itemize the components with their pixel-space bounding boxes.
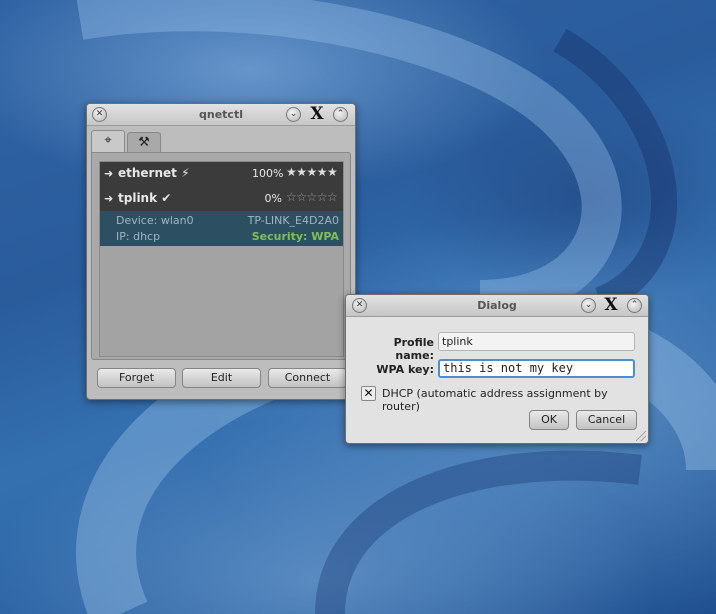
tab-settings[interactable]: ⚒ [127,132,161,152]
network-name: ethernet ⚡ [118,166,190,180]
network-details: Device: wlan0 IP: dhcp TP-LINK_E4D2A0 Se… [100,211,343,246]
network-list[interactable]: ➜ ethernet ⚡ 100% ★★★★★ ➜ tplink ✔ 0% ☆☆… [99,161,344,357]
network-row-tplink[interactable]: ➜ tplink ✔ 0% ☆☆☆☆☆ [100,186,343,211]
ok-button[interactable]: OK [529,410,569,430]
arrow-icon: ➜ [104,192,114,205]
arrow-icon: ➜ [104,167,114,180]
edit-button[interactable]: Edit [182,368,261,388]
device-text: Device: wlan0 [116,214,194,227]
tab-networks[interactable]: ⌖ [91,130,125,153]
x-icon[interactable]: X [308,105,326,123]
minimize-icon[interactable]: ⌄ [581,298,596,313]
forget-button[interactable]: Forget [97,368,176,388]
qnetctl-window: ✕ qnetctl ⌄ X ⌃ ⌖ ⚒ ➜ ethernet ⚡ 100% ★★… [86,103,356,400]
maximize-icon[interactable]: ⌃ [333,107,348,122]
security-text: Security: WPA [251,230,339,243]
crosshair-icon: ⌖ [104,133,112,148]
network-name: tplink ✔ [118,191,172,205]
ssid-text: TP-LINK_E4D2A0 [247,214,339,227]
maximize-icon[interactable]: ⌃ [627,298,642,313]
signal-stars: ☆☆☆☆☆ [286,190,338,204]
wpa-key-label: WPA key: [376,363,434,376]
signal-stars: ★★★★★ [286,165,338,179]
profile-name-label: Profile name: [393,336,434,362]
dhcp-checkbox[interactable]: ✕ [361,386,376,401]
cancel-button[interactable]: Cancel [576,410,637,430]
titlebar[interactable]: ✕ qnetctl ⌄ X ⌃ [87,104,355,126]
connect-button[interactable]: Connect [268,368,347,388]
network-row-ethernet[interactable]: ➜ ethernet ⚡ 100% ★★★★★ [100,162,343,186]
resize-grip-icon[interactable] [636,431,646,441]
signal-percent: 100% [252,167,284,180]
wpa-key-input[interactable]: this is not my key [438,359,635,378]
dialog-window: ✕ Dialog ⌄ X ⌃ Profile name: tplink WPA … [345,294,649,444]
signal-percent: 0% [264,192,282,205]
ip-text: IP: dhcp [116,230,161,243]
profile-name-input[interactable]: tplink [438,332,635,351]
minimize-icon[interactable]: ⌄ [286,107,301,122]
x-icon[interactable]: X [602,296,620,314]
tools-icon: ⚒ [138,135,150,150]
titlebar[interactable]: ✕ Dialog ⌄ X ⌃ [346,295,648,317]
networks-panel: ➜ ethernet ⚡ 100% ★★★★★ ➜ tplink ✔ 0% ☆☆… [91,152,351,360]
